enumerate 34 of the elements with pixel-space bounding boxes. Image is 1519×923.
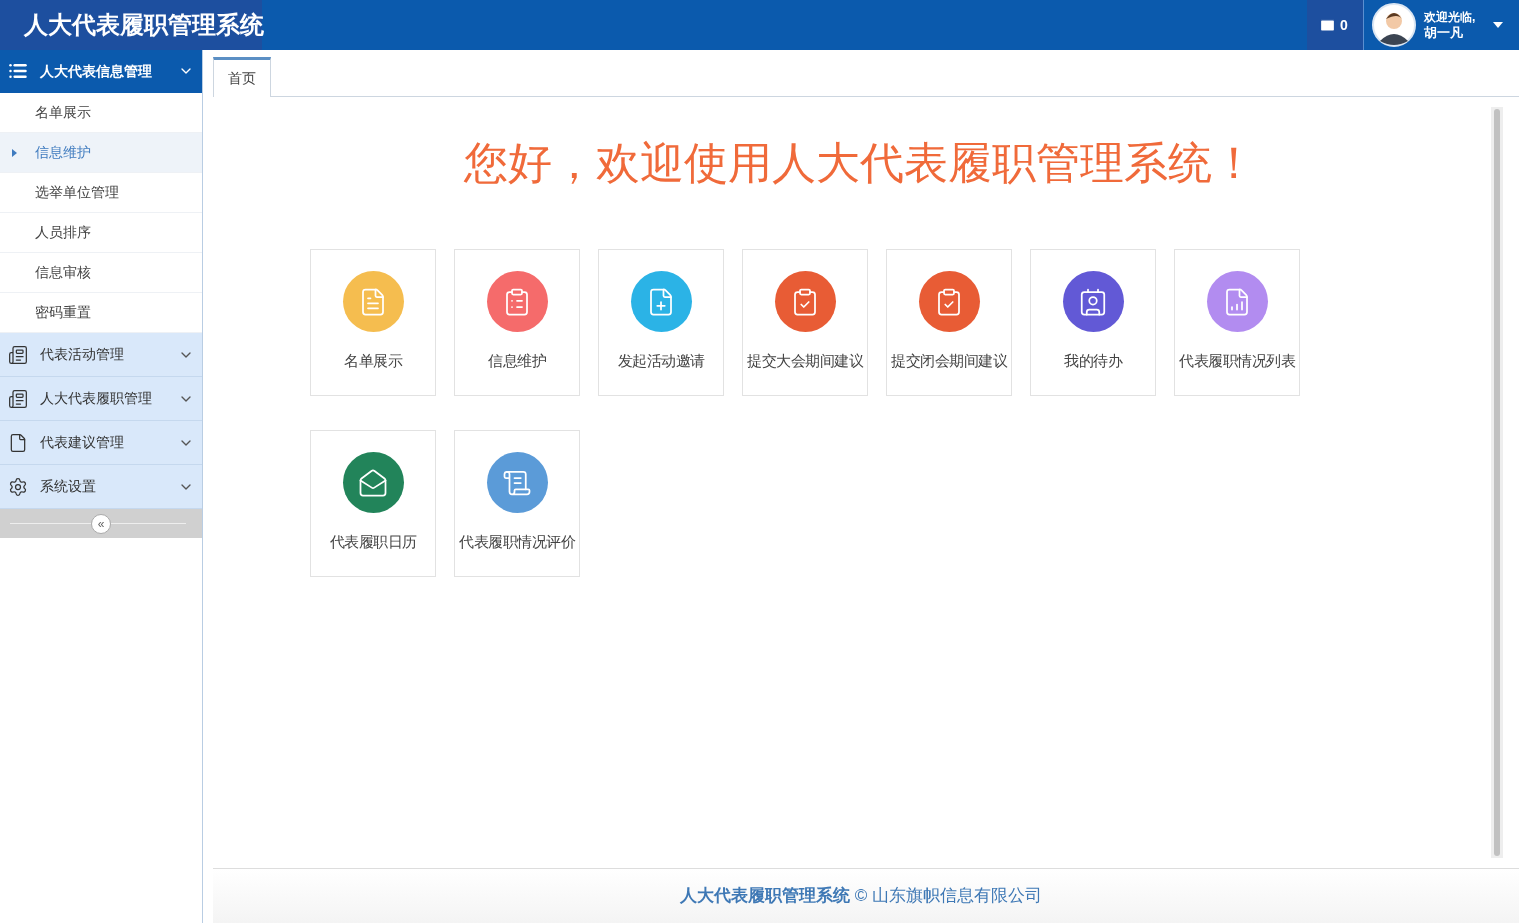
card-icon bbox=[8, 388, 28, 409]
shortcut-tile[interactable]: 我的待办 bbox=[1030, 249, 1156, 396]
footer-text: 人大代表履职管理系统 © 山东旗帜信息有限公司 bbox=[680, 885, 1043, 908]
sidebar-item[interactable]: 信息维护 bbox=[0, 133, 202, 173]
caret-icon bbox=[1493, 22, 1503, 28]
shortcut-tile[interactable]: 提交闭会期间建议 bbox=[886, 249, 1012, 396]
envelope-icon bbox=[1319, 16, 1336, 34]
collapse-button[interactable]: « bbox=[91, 513, 111, 534]
shortcut-tile[interactable]: 信息维护 bbox=[454, 249, 580, 396]
messages-button[interactable]: 0 bbox=[1307, 0, 1363, 50]
sidebar-group[interactable]: 人大代表履职管理 bbox=[0, 377, 202, 421]
tab[interactable]: 首页 bbox=[213, 57, 271, 97]
caret-right-icon bbox=[12, 149, 17, 157]
user-name: 胡一凡 bbox=[1424, 25, 1464, 40]
sidebar-group[interactable]: 代表建议管理 bbox=[0, 421, 202, 465]
avatar-icon bbox=[1372, 3, 1416, 47]
list-icon bbox=[8, 61, 28, 81]
card-icon bbox=[8, 344, 28, 365]
shortcut-tile[interactable]: 代表履职情况评价 bbox=[454, 430, 580, 577]
shortcut-tile[interactable]: 发起活动邀请 bbox=[598, 249, 724, 396]
welcome-heading: 您好，欢迎使用人大代表履职管理系统！ bbox=[463, 141, 1257, 185]
shortcut-tile[interactable]: 提交大会期间建议 bbox=[742, 249, 868, 396]
sidebar-group[interactable]: 人大代表信息管理 bbox=[0, 50, 202, 93]
user-menu[interactable]: 欢迎光临, 胡一凡 bbox=[1363, 0, 1519, 50]
shortcut-tile[interactable]: 代表履职日历 bbox=[310, 430, 436, 577]
scrollbar[interactable] bbox=[1491, 107, 1503, 858]
sidebar-group[interactable]: 系统设置 bbox=[0, 465, 202, 509]
shortcut-tile[interactable]: 代表履职情况列表 bbox=[1174, 249, 1300, 396]
app-title: 人大代表履职管理系统 bbox=[0, 0, 262, 50]
sidebar-group[interactable]: 代表活动管理 bbox=[0, 333, 202, 377]
document-icon bbox=[8, 432, 28, 453]
settings-icon bbox=[8, 476, 28, 497]
shortcut-tile[interactable]: 名单展示 bbox=[310, 249, 436, 396]
welcome-text: 欢迎光临, bbox=[1424, 10, 1476, 25]
